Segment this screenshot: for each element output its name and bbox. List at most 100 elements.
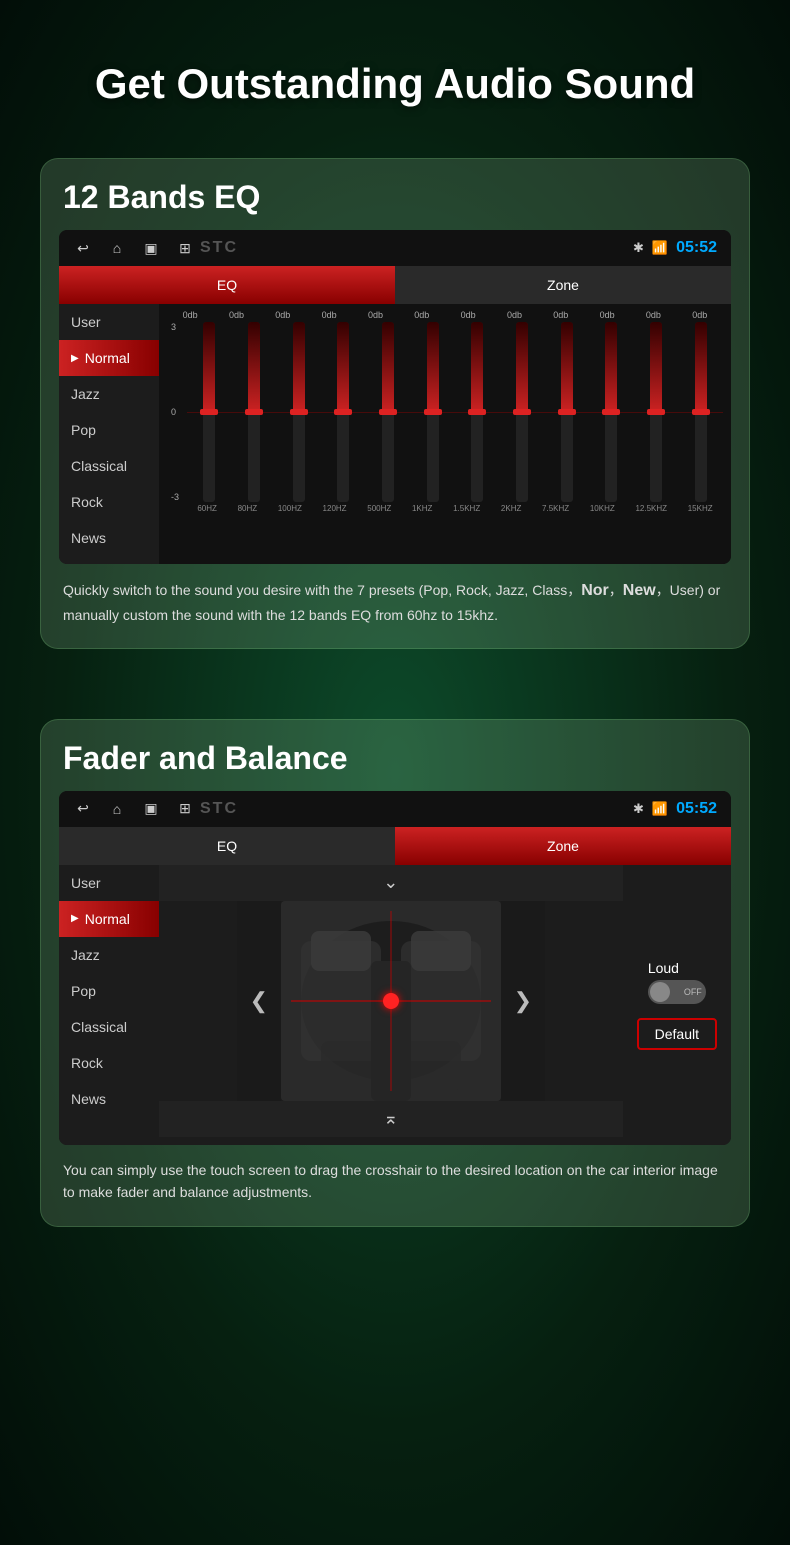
sidebar-item-pop[interactable]: Pop	[59, 412, 159, 448]
fader-tab-eq[interactable]: EQ	[59, 827, 395, 865]
page-title: Get Outstanding Audio Sound	[0, 0, 790, 148]
tab-eq[interactable]: EQ	[59, 266, 395, 304]
eq-bar-3[interactable]	[281, 322, 317, 502]
eq-freq-labels: 60HZ80HZ100HZ120HZ500HZ1KHZ1.5KHZ2KHZ7.5…	[187, 504, 723, 513]
fader-status-time: 05:52	[676, 800, 717, 818]
sidebar-label-rock: Rock	[71, 494, 103, 510]
loud-label: Loud	[648, 960, 706, 976]
fader-device-screen: ↩ ⌂ ▣ ⊞ STC ✱ 📶 05:52 EQ Zone User	[59, 791, 731, 1145]
sidebar-item-jazz[interactable]: Jazz	[59, 376, 159, 412]
eq-tabs: EQ Zone	[59, 266, 731, 304]
zone-sidebar-label-classical: Classical	[71, 1019, 127, 1035]
eq-card: 12 Bands EQ ↩ ⌂ ▣ ⊞ STC ✱ 📶 05:52 EQ Zon…	[40, 158, 750, 649]
eq-card-title: 12 Bands EQ	[59, 179, 731, 216]
sidebar-item-user[interactable]: User	[59, 304, 159, 340]
zone-sidebar-label-jazz: Jazz	[71, 947, 100, 963]
eq-bar-6[interactable]	[415, 322, 451, 502]
car-interior-image[interactable]	[281, 901, 501, 1101]
fader-media-icon[interactable]: ⊞	[175, 799, 195, 819]
zone-sidebar-item-news[interactable]: News	[59, 1081, 159, 1117]
fader-tab-zone[interactable]: Zone	[395, 827, 731, 865]
fader-right-controls: Loud OFF Default	[623, 865, 731, 1145]
eq-bar-5[interactable]	[370, 322, 406, 502]
fader-main-area: ⌄ ❮	[159, 865, 623, 1145]
bluetooth-icon: ✱	[633, 240, 644, 256]
eq-device-screen: ↩ ⌂ ▣ ⊞ STC ✱ 📶 05:52 EQ Zone User	[59, 230, 731, 564]
eq-status-bar-right: ✱ 📶 05:52	[633, 239, 717, 257]
eq-content-area: User ▶ Normal Jazz Pop Classical Rock	[59, 304, 731, 564]
sidebar-item-normal[interactable]: ▶ Normal	[59, 340, 159, 376]
zone-sidebar-label-rock: Rock	[71, 1055, 103, 1071]
zone-sidebar-item-rock[interactable]: Rock	[59, 1045, 159, 1081]
zone-sidebar: User ▶ Normal Jazz Pop Classical Rock	[59, 865, 159, 1145]
fader-status-bar: ↩ ⌂ ▣ ⊞ STC ✱ 📶 05:52	[59, 791, 731, 827]
eq-bar-12[interactable]	[683, 322, 719, 502]
eq-description: Quickly switch to the sound you desire w…	[59, 578, 731, 626]
fader-card-title: Fader and Balance	[59, 740, 731, 777]
eq-bars-row	[187, 322, 723, 502]
fader-left-button[interactable]: ❮	[237, 901, 281, 1101]
zone-sidebar-item-jazz[interactable]: Jazz	[59, 937, 159, 973]
back-icon[interactable]: ↩	[73, 238, 93, 258]
loud-toggle[interactable]: OFF	[648, 980, 706, 1004]
eq-sidebar: User ▶ Normal Jazz Pop Classical Rock	[59, 304, 159, 564]
eq-bars-area: 0db0db0db0db0db0db0db0db0db0db0db0db 3 0…	[159, 304, 731, 564]
sidebar-label-normal: Normal	[85, 350, 130, 366]
eq-bar-4[interactable]	[325, 322, 361, 502]
zone-content-area: User ▶ Normal Jazz Pop Classical Rock	[59, 865, 731, 1145]
brand-text: STC	[209, 238, 229, 258]
tab-zone[interactable]: Zone	[395, 266, 731, 304]
fader-window-icon[interactable]: ▣	[141, 799, 161, 819]
eq-bar-7[interactable]	[459, 322, 495, 502]
sidebar-label-jazz: Jazz	[71, 386, 100, 402]
fader-status-bar-left: ↩ ⌂ ▣ ⊞ STC	[73, 799, 229, 819]
sidebar-label-classical: Classical	[71, 458, 127, 474]
fader-up-button[interactable]: ⌄	[159, 865, 623, 901]
sidebar-item-classical[interactable]: Classical	[59, 448, 159, 484]
default-button[interactable]: Default	[637, 1018, 717, 1050]
fader-bluetooth-icon: ✱	[633, 801, 644, 817]
eq-status-bar: ↩ ⌂ ▣ ⊞ STC ✱ 📶 05:52	[59, 230, 731, 266]
media-icon[interactable]: ⊞	[175, 238, 195, 258]
zone-sidebar-item-pop[interactable]: Pop	[59, 973, 159, 1009]
eq-bar-8[interactable]	[504, 322, 540, 502]
fader-home-icon[interactable]: ⌂	[107, 799, 127, 819]
zone-sidebar-item-normal[interactable]: ▶ Normal	[59, 901, 159, 937]
fader-car-area: ❮	[159, 901, 623, 1101]
eq-bar-1[interactable]	[191, 322, 227, 502]
fader-status-bar-right: ✱ 📶 05:52	[633, 800, 717, 818]
wifi-icon: 📶	[652, 240, 668, 256]
eq-db-labels: 0db0db0db0db0db0db0db0db0db0db0db0db	[167, 310, 723, 320]
fader-down-button[interactable]: ⌅	[159, 1101, 623, 1137]
sidebar-item-news[interactable]: News	[59, 520, 159, 556]
eq-status-bar-left: ↩ ⌂ ▣ ⊞ STC	[73, 238, 229, 258]
eq-status-time: 05:52	[676, 239, 717, 257]
sidebar-label-user: User	[71, 314, 101, 330]
fader-description: You can simply use the touch screen to d…	[59, 1159, 731, 1204]
loud-section: Loud OFF	[648, 960, 706, 1004]
eq-bar-10[interactable]	[593, 322, 629, 502]
eq-bar-11[interactable]	[638, 322, 674, 502]
fader-right-button[interactable]: ❯	[501, 901, 545, 1101]
sidebar-label-pop: Pop	[71, 422, 96, 438]
fader-back-icon[interactable]: ↩	[73, 799, 93, 819]
fader-tabs: EQ Zone	[59, 827, 731, 865]
zone-active-arrow-icon: ▶	[71, 913, 79, 924]
home-icon[interactable]: ⌂	[107, 238, 127, 258]
eq-bar-2[interactable]	[236, 322, 272, 502]
zone-sidebar-label-user: User	[71, 875, 101, 891]
crosshair-dot[interactable]	[383, 993, 399, 1009]
zone-sidebar-item-classical[interactable]: Classical	[59, 1009, 159, 1045]
toggle-off-label: OFF	[684, 987, 702, 997]
fader-brand-text: STC	[209, 799, 229, 819]
zone-sidebar-label-pop: Pop	[71, 983, 96, 999]
active-arrow-icon: ▶	[71, 353, 79, 364]
zone-sidebar-label-news: News	[71, 1091, 106, 1107]
sidebar-label-news: News	[71, 530, 106, 546]
fader-card: Fader and Balance ↩ ⌂ ▣ ⊞ STC ✱ 📶 05:52 …	[40, 719, 750, 1227]
eq-bar-9[interactable]	[549, 322, 585, 502]
zone-sidebar-item-user[interactable]: User	[59, 865, 159, 901]
window-icon[interactable]: ▣	[141, 238, 161, 258]
fader-wifi-icon: 📶	[652, 801, 668, 817]
sidebar-item-rock[interactable]: Rock	[59, 484, 159, 520]
